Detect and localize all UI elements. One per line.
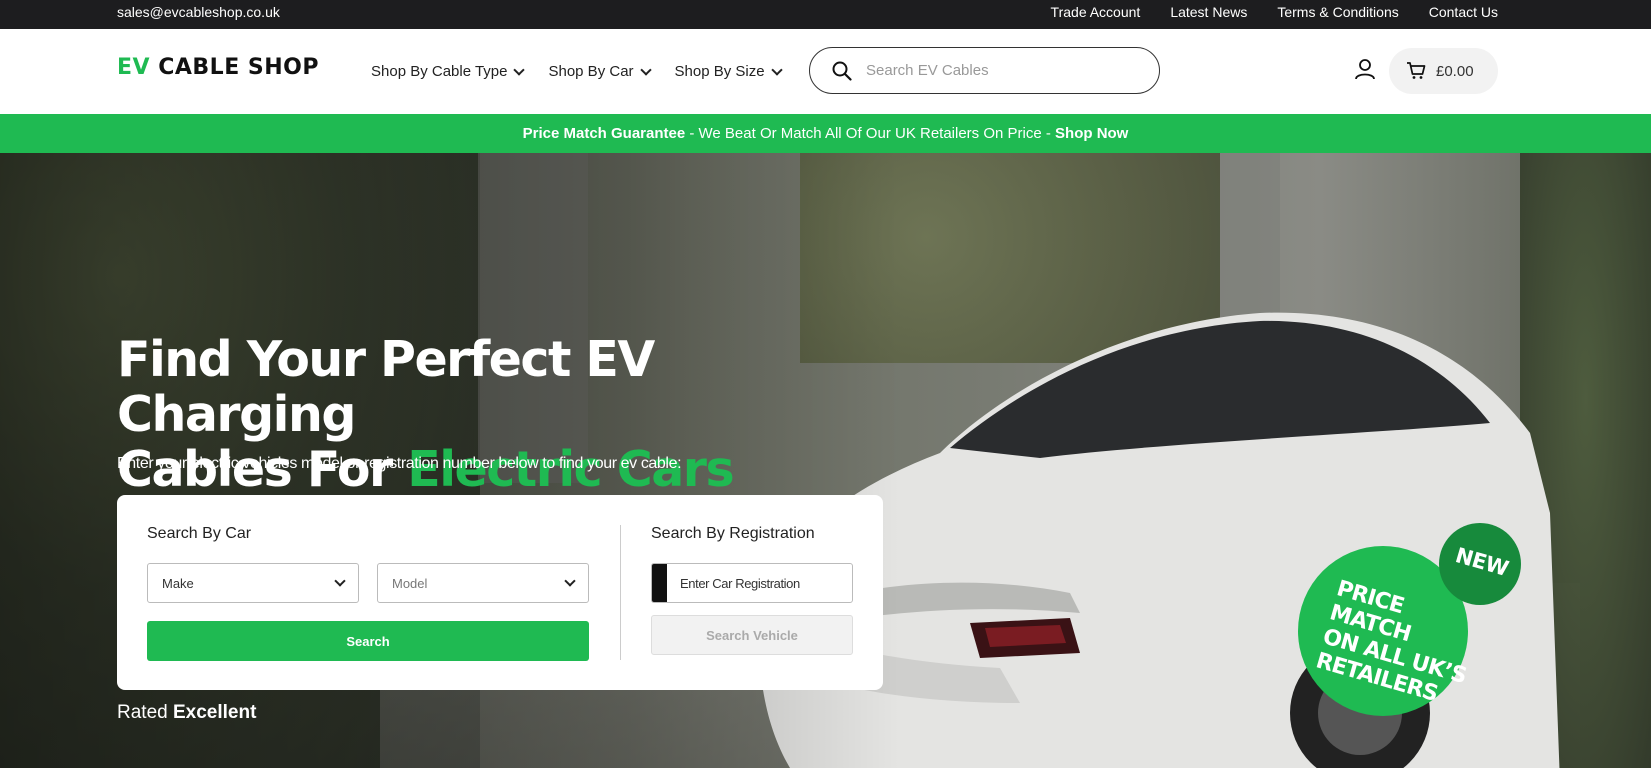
nav-shop-by-car[interactable]: Shop By Car xyxy=(548,63,652,80)
registration-input[interactable] xyxy=(667,575,847,591)
promo-text: - We Beat Or Match All Of Our UK Retaile… xyxy=(685,125,1056,142)
new-badge: NEW xyxy=(1439,523,1521,605)
search-by-car-title: Search By Car xyxy=(147,525,252,542)
hero-section: Find Your Perfect EV Charging Cables For… xyxy=(0,153,1651,768)
search-icon[interactable] xyxy=(832,61,852,81)
site-search xyxy=(809,47,1160,94)
nav-label: Shop By Car xyxy=(548,63,634,80)
cart-button[interactable]: £0.00 xyxy=(1389,48,1498,94)
account-icon[interactable] xyxy=(1353,57,1377,81)
contact-us-link[interactable]: Contact Us xyxy=(1429,4,1498,20)
promo-lead: Price Match Guarantee xyxy=(522,125,686,142)
chevron-down-icon xyxy=(564,575,576,587)
chevron-down-icon xyxy=(513,63,526,76)
trade-account-link[interactable]: Trade Account xyxy=(1051,4,1141,20)
terms-link[interactable]: Terms & Conditions xyxy=(1277,4,1398,20)
promo-shop-now-link[interactable]: Shop Now xyxy=(1055,125,1128,142)
logo-ev: EV xyxy=(117,55,151,80)
main-nav: Shop By Cable Type Shop By Car Shop By S… xyxy=(371,63,783,80)
hero-subtitle: Enter your electric vehicles model or re… xyxy=(117,455,682,472)
contact-email-link[interactable]: sales@evcableshop.co.uk xyxy=(117,4,280,20)
nav-label: Shop By Cable Type xyxy=(371,63,508,80)
top-utility-bar: sales@evcableshop.co.uk Trade Account La… xyxy=(0,0,1651,29)
utility-links: Trade Account Latest News Terms & Condit… xyxy=(1051,4,1498,20)
cart-total: £0.00 xyxy=(1436,62,1474,80)
vehicle-search-card: Search By Car Make Model Search Search B… xyxy=(117,495,883,690)
make-select[interactable]: Make xyxy=(147,563,359,603)
latest-news-link[interactable]: Latest News xyxy=(1170,4,1247,20)
price-match-badge: PRICE MATCH ON ALL UK’S RETAILERS NEW xyxy=(1298,523,1521,723)
hero-title-line1: Find Your Perfect EV Charging xyxy=(117,331,655,443)
search-by-registration-title: Search By Registration xyxy=(651,525,815,542)
price-match-banner[interactable]: Price Match Guarantee - We Beat Or Match… xyxy=(0,114,1651,153)
nav-shop-by-cable-type[interactable]: Shop By Cable Type xyxy=(371,63,526,80)
site-logo[interactable]: EV CABLE SHOP xyxy=(117,55,319,80)
nav-label: Shop By Size xyxy=(674,63,765,80)
model-select[interactable]: Model xyxy=(377,563,589,603)
card-divider xyxy=(620,525,621,660)
chevron-down-icon xyxy=(639,63,652,76)
chevron-down-icon xyxy=(334,575,346,587)
registration-field xyxy=(651,563,853,603)
search-input[interactable] xyxy=(866,62,1126,79)
rated-prefix: Rated xyxy=(117,702,173,723)
reg-plate-strip xyxy=(652,564,667,602)
rated-value: Excellent xyxy=(172,702,257,723)
make-select-value: Make xyxy=(162,575,194,591)
search-by-car-button[interactable]: Search xyxy=(147,621,589,661)
new-badge-label: NEW xyxy=(1452,543,1511,581)
site-header: EV CABLE SHOP Shop By Cable Type Shop By… xyxy=(0,29,1651,114)
logo-text: CABLE SHOP xyxy=(158,55,319,80)
search-vehicle-button[interactable]: Search Vehicle xyxy=(651,615,853,655)
rating-text: Rated Excellent xyxy=(117,702,256,724)
model-select-value: Model xyxy=(392,575,428,591)
nav-shop-by-size[interactable]: Shop By Size xyxy=(674,63,783,80)
cart-icon xyxy=(1407,62,1426,79)
chevron-down-icon xyxy=(770,63,783,76)
